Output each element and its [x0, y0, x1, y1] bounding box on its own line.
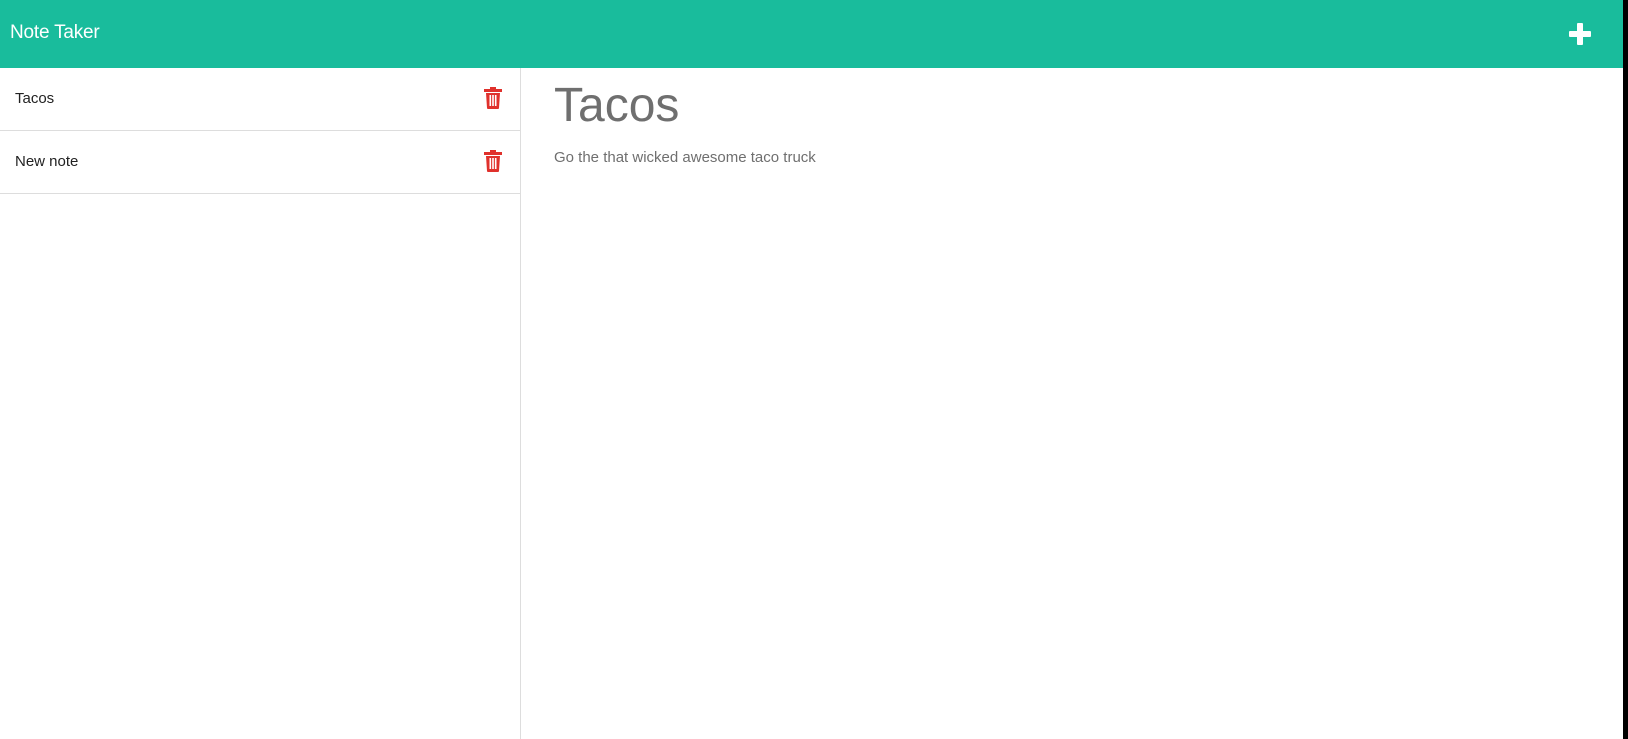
trash-icon[interactable]: [484, 87, 502, 109]
app-title[interactable]: Note Taker: [10, 0, 100, 68]
new-note-button[interactable]: [1560, 14, 1600, 54]
note-list: Tacos New note: [0, 68, 520, 194]
note-list-item-new-note[interactable]: New note: [0, 131, 520, 194]
note-editor: Go the that wicked awesome taco truck: [521, 68, 1623, 739]
notes-sidebar: Tacos New note: [0, 68, 521, 739]
note-list-item-title: Tacos: [15, 90, 55, 107]
note-list-item-tacos[interactable]: Tacos: [0, 68, 520, 131]
note-taker-app: Note Taker Tacos New note Tacos Go the t…: [0, 0, 1623, 739]
note-text-area[interactable]: Go the that wicked awesome taco truck: [554, 148, 1594, 708]
trash-icon[interactable]: [484, 150, 502, 172]
top-navbar: Note Taker: [0, 0, 1623, 68]
plus-icon: [1569, 23, 1591, 45]
note-title-input[interactable]: [554, 76, 1594, 136]
note-list-item-title: New note: [15, 153, 79, 170]
